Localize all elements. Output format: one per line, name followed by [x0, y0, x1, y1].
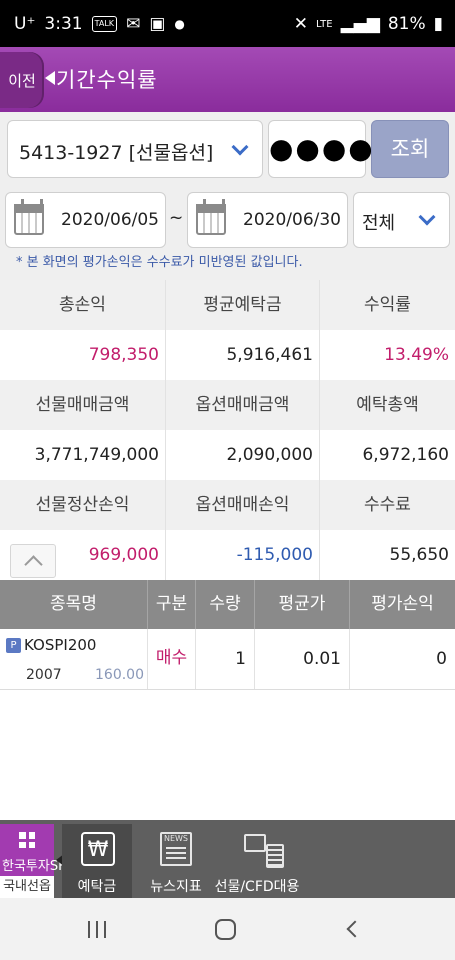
column-header-name: 종목명: [50, 594, 97, 614]
news-icon: NEWS: [160, 832, 192, 866]
avg-deposit-label: 평균예탁금: [165, 280, 319, 330]
column-header-side: 구분: [147, 580, 195, 629]
position-name-cell: P KOSPI200 2007 160.00: [0, 629, 147, 689]
nav-item-label: 예탁금: [77, 879, 117, 895]
password-field[interactable]: ●●●●: [268, 120, 373, 178]
system-back-icon[interactable]: [346, 920, 364, 938]
market-label: 국내선옵: [0, 876, 54, 898]
status-left: U⁺ 3:31 TALK ✉ ▣ ●: [14, 14, 185, 34]
position-expiry-code: 2007: [26, 667, 62, 683]
query-button[interactable]: 조회: [371, 120, 449, 178]
grid-menu-icon: [19, 832, 35, 848]
return-rate-value: 13.49%: [319, 330, 455, 380]
chevron-down-icon: [418, 208, 436, 226]
system-nav-bar: [0, 898, 455, 960]
home-icon[interactable]: [215, 919, 236, 940]
summary-value-row: 798,350 5,916,461 13.49%: [0, 330, 455, 380]
column-header-eval-pnl: 평가손익: [349, 580, 455, 629]
status-right: ✕ LTE ▂▄▆ 81% ▮: [294, 14, 443, 34]
total-deposit-label: 예탁총액: [319, 380, 455, 430]
position-strike: 160.00: [95, 667, 144, 683]
position-name: KOSPI200: [24, 636, 97, 654]
end-date-value: 2020/06/30: [243, 210, 341, 230]
status-bar: U⁺ 3:31 TALK ✉ ▣ ● ✕ LTE ▂▄▆ 81% ▮: [0, 0, 455, 47]
nav-item-label: 뉴스지표: [150, 879, 202, 895]
summary-value-row: 969,000 -115,000 55,650: [0, 530, 455, 580]
return-rate-label: 수익률: [319, 280, 455, 330]
options-trade-pnl-label: 옵션매매손익: [165, 480, 319, 530]
news-icon-text: NEWS: [163, 834, 189, 843]
back-button[interactable]: 이전: [0, 52, 44, 108]
cfd-collateral-icon: [244, 832, 288, 868]
summary-value-row: 3,771,749,000 2,090,000 6,972,160: [0, 430, 455, 480]
summary-header-row: 선물매매금액 옵션매매금액 예탁총액: [0, 380, 455, 430]
battery-icon: ▮: [433, 14, 443, 34]
summary-header-row: 선물정산손익 옵션매매손익 수수료: [0, 480, 455, 530]
positions-table: 종목명 구분 수량 평균가 평가손익 P KOSPI200 2007 160.0…: [0, 580, 455, 690]
position-eval-pnl: 0: [349, 629, 455, 689]
type-filter-value: 전체: [362, 213, 396, 234]
nav-item-label: 선물/CFD대용: [214, 879, 300, 895]
bottom-nav: 한국투자SF 국내선옵 ₩ 예탁금 NEWS 뉴스지표 선물/CFD대용: [0, 820, 455, 898]
network-type: LTE: [315, 18, 333, 30]
nav-item-news[interactable]: NEWS 뉴스지표: [136, 824, 216, 898]
chevron-down-icon: [231, 138, 249, 156]
summary-header-row: 총손익 평균예탁금 수익률: [0, 280, 455, 330]
futures-settlement-pnl-label: 선물정산손익: [35, 495, 130, 515]
title-bar: 이전 기간수익률: [0, 47, 455, 112]
total-deposit-value: 6,972,160: [319, 430, 455, 480]
back-button-label: 이전: [8, 71, 36, 90]
type-filter-select[interactable]: 전체: [353, 192, 450, 248]
position-side: 매수: [147, 629, 195, 689]
options-trade-amount-label: 옵션매매금액: [165, 380, 319, 430]
fee-notice: * 본 화면의 평가손익은 수수료가 미반영된 값입니다.: [0, 252, 455, 280]
avg-deposit-value: 5,916,461: [165, 330, 319, 380]
start-date-value: 2020/06/05: [61, 210, 159, 230]
start-date-field[interactable]: 2020/06/05: [5, 192, 166, 248]
battery-level: 81%: [387, 14, 426, 34]
futures-trade-amount-value: 3,771,749,000: [34, 445, 159, 465]
position-avg-price: 0.01: [254, 629, 349, 689]
nav-item-deposit[interactable]: ₩ 예탁금: [62, 824, 132, 898]
total-pnl-value: 798,350: [88, 345, 159, 365]
date-range-row: 2020/06/05 ~ 2020/06/30 전체: [0, 186, 455, 252]
notification-icon: ✉: [126, 14, 141, 34]
positions-header: 종목명 구분 수량 평균가 평가손익: [0, 580, 455, 629]
more-notifications-dot: ●: [174, 17, 185, 31]
position-qty: 1: [195, 629, 254, 689]
commission-label: 수수료: [319, 480, 455, 530]
back-arrow-icon[interactable]: [45, 71, 55, 85]
mute-icon: ✕: [293, 14, 308, 34]
options-trade-amount-value: 2,090,000: [165, 430, 319, 480]
kakaotalk-icon: TALK: [91, 16, 118, 32]
won-icon: ₩: [81, 832, 115, 866]
column-header-avg-price: 평균가: [254, 580, 349, 629]
futures-trade-amount-label: 선물매매금액: [35, 395, 130, 415]
account-select[interactable]: 5413-1927 [선물옵션]: [7, 120, 263, 178]
main-menu-button[interactable]: 한국투자SF 국내선옵: [0, 824, 66, 898]
commission-value: 55,650: [319, 530, 455, 580]
account-query-row: 5413-1927 [선물옵션] ●●●● 조회: [0, 112, 455, 186]
collapse-up-icon[interactable]: [10, 544, 56, 578]
account-value: 5413-1927 [선물옵션]: [19, 142, 214, 164]
options-trade-pnl-value: -115,000: [165, 530, 319, 580]
put-badge: P: [6, 638, 21, 653]
status-time: 3:31: [44, 14, 83, 34]
table-row[interactable]: P KOSPI200 2007 160.00 매수 1 0.01 0: [0, 629, 455, 690]
nav-item-cfd-collateral[interactable]: 선물/CFD대용: [212, 824, 302, 898]
chart-app-icon: ▣: [149, 14, 166, 34]
column-header-qty: 수량: [195, 580, 254, 629]
end-date-field[interactable]: 2020/06/30: [187, 192, 348, 248]
summary-grid: 총손익 평균예탁금 수익률 798,350 5,916,461 13.49% 선…: [0, 280, 455, 580]
page-title: 기간수익률: [56, 68, 158, 92]
calendar-icon[interactable]: [14, 199, 44, 235]
total-pnl-label: 총손익: [59, 295, 106, 315]
recents-icon[interactable]: [88, 921, 108, 938]
signal-icon: ▂▄▆: [340, 14, 380, 34]
date-separator: ~: [169, 208, 184, 228]
carrier-label: U⁺: [14, 14, 36, 34]
calendar-icon[interactable]: [196, 199, 226, 235]
